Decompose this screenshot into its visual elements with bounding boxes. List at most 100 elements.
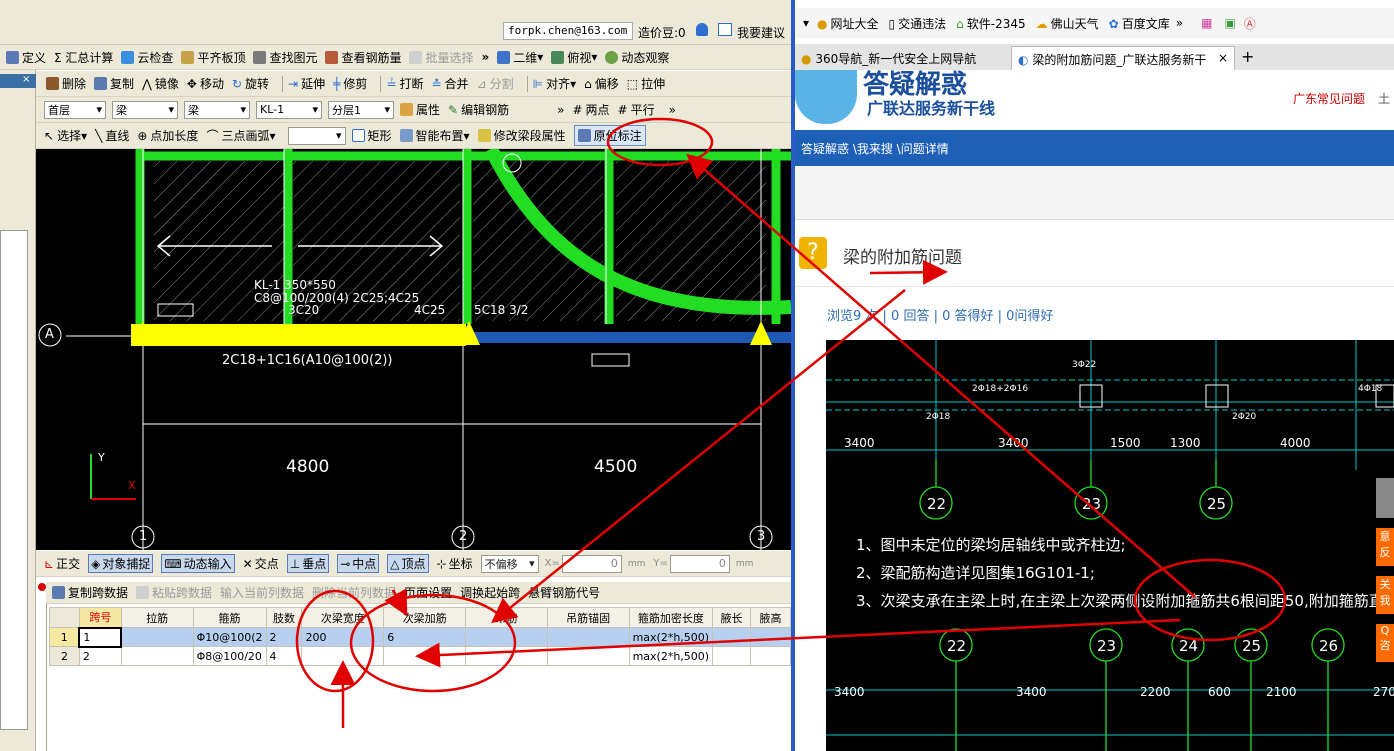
modify-beam-button[interactable]: 修改梁段属性 <box>477 127 566 144</box>
cell-hanger-anchor[interactable] <box>546 627 630 647</box>
float-feedback[interactable]: 意反 <box>1376 528 1394 566</box>
grip[interactable] <box>591 353 630 367</box>
copy-span-button[interactable]: 复制跨数据 <box>52 584 128 601</box>
tab-2[interactable]: ◐ 梁的附加筋问题_广联达服务新干 × <box>1011 46 1235 70</box>
align-dropdown[interactable]: ⊫ 对齐 ▾ <box>533 75 577 92</box>
ortho-toggle[interactable]: ⊾ 正交 <box>44 555 80 572</box>
suggest-link[interactable]: 我要建议 <box>737 24 785 41</box>
new-tab-icon[interactable]: + <box>1241 47 1254 66</box>
close-icon[interactable]: × <box>1218 51 1228 65</box>
flush-top-button[interactable]: 平齐板顶 <box>181 49 245 66</box>
cell-legs[interactable]: 2 <box>265 627 303 647</box>
delete-column-button[interactable]: 删除当前列数据 <box>312 584 396 601</box>
col-header-haunch-length[interactable]: 腋长 <box>712 607 752 628</box>
dynamic-view-button[interactable]: 动态观察 <box>605 49 669 66</box>
layer-select[interactable]: 分层1 ▾ <box>328 100 394 119</box>
extend-button[interactable]: ⇥ 延伸 <box>288 75 325 92</box>
col-header-hanger-anchor[interactable]: 吊筋锚固 <box>546 607 630 628</box>
offset-button[interactable]: ⌂ 偏移 <box>584 75 619 92</box>
intersection-toggle[interactable]: ✕ 交点 <box>243 555 279 572</box>
move-button[interactable]: ✥ 移动 <box>187 75 224 92</box>
rotate-button[interactable]: ↻ 旋转 <box>232 75 269 92</box>
split-button[interactable]: ⊿ 分割 <box>477 75 514 92</box>
top-view-dropdown[interactable]: 俯视 ▾ <box>551 49 597 66</box>
col-header-dense-length[interactable]: 箍筋加密长度 <box>628 607 714 628</box>
cell-dense-length[interactable]: max(2*h,500) <box>628 627 714 647</box>
cell-stirrup[interactable]: Φ8@100/20 <box>192 646 267 666</box>
mode-select[interactable]: ▾ <box>287 126 346 145</box>
table-row[interactable]: 1 1 Φ10@100(2 2 200 6 max(2*h,500) <box>49 626 791 648</box>
breadcrumb[interactable]: 答疑解惑 \我来搜 \问题详情 <box>801 142 949 156</box>
summary-button[interactable]: Σ 汇总计算 <box>54 49 113 66</box>
cell-haunch-height[interactable] <box>750 646 791 666</box>
cell-secondary-width[interactable]: 200 <box>301 627 385 647</box>
col-header-secondary-add[interactable]: 次梁加筋 <box>383 607 467 628</box>
batch-select-button[interactable]: 批量选择 <box>409 49 474 66</box>
element-select[interactable]: KL-1 ▾ <box>256 100 322 119</box>
cantilever-code-button[interactable]: 悬臂钢筋代号 <box>528 584 600 601</box>
cell-secondary-width[interactable] <box>301 646 385 666</box>
page-setup-button[interactable]: 页面设置 <box>404 584 452 601</box>
cell-span[interactable]: 1 <box>78 626 123 648</box>
bookmark-3[interactable]: ⌂ 软件-2345 <box>956 15 1026 32</box>
col-header-hanger[interactable]: 吊筋 <box>465 607 548 628</box>
reference-drawing[interactable]: 3400 3400 1500 1300 4000 22 23 25 1、图中未定… <box>826 340 1394 751</box>
define-button[interactable]: 定义 <box>6 49 46 66</box>
bell-icon[interactable] <box>696 23 708 36</box>
type1-select[interactable]: 梁 ▾ <box>112 100 178 119</box>
cell-secondary-add[interactable] <box>383 646 467 666</box>
col-header-secondary-width[interactable]: 次梁宽度 <box>301 607 385 628</box>
properties-button[interactable]: 属性 <box>400 101 440 118</box>
view-rebar-button[interactable]: 查看钢筋量 <box>325 49 401 66</box>
input-column-button[interactable]: 输入当前列数据 <box>220 584 304 601</box>
paste-span-button[interactable]: 粘贴跨数据 <box>136 584 212 601</box>
apps-icon[interactable]: ▦ <box>1201 16 1212 30</box>
cell-secondary-add[interactable]: 6 <box>383 627 467 647</box>
float-top[interactable] <box>1376 478 1394 518</box>
stretch-button[interactable]: ⬚ 拉伸 <box>627 75 665 92</box>
float-consult[interactable]: Q咨 <box>1376 624 1394 662</box>
midpoint-toggle[interactable]: ⊸ 中点 <box>337 554 380 573</box>
trim-button[interactable]: ╪ 修剪 <box>333 75 367 92</box>
col-header-span[interactable]: 跨号 <box>78 607 122 628</box>
delete-button[interactable]: 删除 <box>46 75 86 92</box>
merge-button[interactable]: ≛ 合并 <box>431 75 468 92</box>
in-situ-label-button[interactable]: 原位标注 <box>573 125 646 146</box>
coordinate-toggle[interactable]: ⊹ 坐标 <box>437 555 473 572</box>
cell-tie[interactable] <box>120 646 194 666</box>
vertex-toggle[interactable]: △ 顶点 <box>387 554 429 573</box>
cell-dense-length[interactable]: max(2*h,500) <box>628 646 714 666</box>
cloud-check-button[interactable]: 云检查 <box>121 49 173 66</box>
suggest-icon[interactable] <box>718 23 732 36</box>
float-follow[interactable]: 关我 <box>1376 576 1394 614</box>
faq-link[interactable]: 广东常见问题 <box>1293 90 1365 107</box>
more-chevron-icon[interactable]: » <box>482 50 490 64</box>
cell-haunch-height[interactable] <box>750 627 791 647</box>
col-header-tie[interactable]: 拉筋 <box>120 607 194 628</box>
cell-hanger[interactable] <box>465 627 548 647</box>
bookmark-4[interactable]: ☁ 佛山天气 <box>1036 15 1099 32</box>
y-input[interactable]: 0 <box>669 554 730 573</box>
selected-beam[interactable] <box>131 324 466 346</box>
more-link[interactable]: 土 <box>1378 90 1390 107</box>
x-input[interactable]: 0 <box>561 554 622 573</box>
more-chevron-icon[interactable]: » <box>557 103 564 117</box>
bookmark-2[interactable]: ▯ 交通违法 <box>889 15 947 32</box>
object-snap-toggle[interactable]: ◈ 对象捕捉 <box>88 554 154 573</box>
table-row[interactable]: 2 2 Φ8@100/20 4 max(2*h,500) <box>49 646 791 666</box>
floor-select[interactable]: 首层 ▾ <box>44 100 106 119</box>
offset-select[interactable]: 不偏移 ▾ <box>480 554 539 573</box>
cell-haunch-length[interactable] <box>712 627 752 647</box>
bookmark-1[interactable]: ● 网址大全 <box>817 15 879 32</box>
cell-span[interactable]: 2 <box>78 646 122 666</box>
two-point-button[interactable]: # 两点 <box>572 101 609 118</box>
cell-legs[interactable]: 4 <box>265 646 303 666</box>
col-header-haunch-height[interactable]: 腋高 <box>750 607 791 628</box>
line-button[interactable]: ╲ 直线 <box>95 127 129 144</box>
cell-hanger[interactable] <box>465 646 548 666</box>
reader-icon[interactable]: ▣ <box>1224 16 1235 30</box>
cell-haunch-length[interactable] <box>712 646 752 666</box>
perpendicular-toggle[interactable]: ⊥ 垂点 <box>286 554 330 573</box>
bookmark-dropdown-icon[interactable]: ▾ <box>803 16 809 30</box>
arc-dropdown[interactable]: ⌒ 三点画弧 ▾ <box>206 127 275 144</box>
